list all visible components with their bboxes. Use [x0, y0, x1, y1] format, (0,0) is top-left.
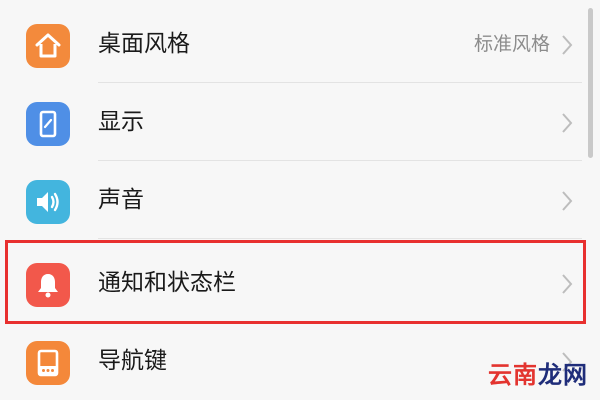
settings-item-label: 导航键 — [98, 348, 167, 374]
settings-item-label: 通知和状态栏 — [98, 270, 236, 296]
settings-item-display[interactable]: 显示 — [0, 83, 600, 161]
navigation-keys-icon — [26, 341, 70, 385]
settings-screen: 桌面风格 标准风格 显示 声音 通知和状态栏 导航键 云南龙网 — [0, 0, 600, 400]
bell-icon — [26, 263, 70, 307]
home-icon — [26, 24, 70, 68]
chevron-right-icon — [562, 35, 573, 55]
chevron-right-icon — [562, 113, 573, 133]
divider — [98, 238, 582, 239]
speaker-icon — [26, 180, 70, 224]
watermark: 云南龙网 — [488, 355, 588, 390]
display-icon — [26, 102, 70, 146]
settings-item-sound[interactable]: 声音 — [0, 161, 600, 239]
settings-item-label: 显示 — [98, 109, 144, 135]
settings-item-label: 声音 — [98, 187, 144, 213]
settings-item-notifications[interactable]: 通知和状态栏 — [0, 244, 600, 322]
chevron-right-icon — [562, 191, 573, 211]
watermark-part-1: 云南 — [488, 361, 538, 389]
settings-item-desktop-style[interactable]: 桌面风格 标准风格 — [0, 5, 600, 83]
chevron-right-icon — [562, 274, 573, 294]
settings-item-value: 标准风格 — [473, 33, 550, 55]
watermark-part-2: 龙网 — [538, 361, 588, 389]
settings-item-label: 桌面风格 — [98, 31, 190, 57]
scrollbar[interactable] — [588, 8, 593, 158]
